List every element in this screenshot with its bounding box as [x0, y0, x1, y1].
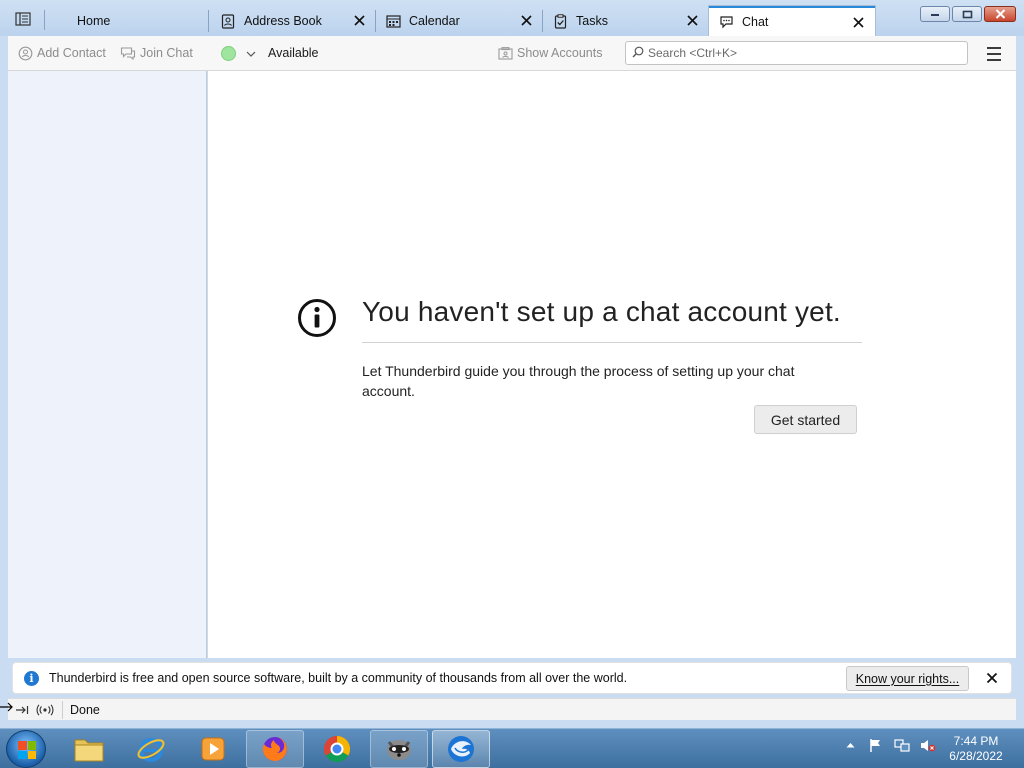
tab-divider: [44, 10, 45, 30]
search-box[interactable]: [625, 41, 968, 65]
join-chat-button[interactable]: Join Chat: [120, 45, 193, 61]
raccoon-icon: [387, 740, 411, 760]
accounts-icon: [497, 45, 513, 61]
add-contact-button[interactable]: Add Contact: [17, 45, 106, 61]
notification-text: Thunderbird is free and open source soft…: [49, 671, 628, 685]
taskbar-explorer[interactable]: [60, 730, 118, 768]
taskbar-media-player[interactable]: [184, 730, 242, 768]
taskbar: 7:44 PM 6/28/2022: [0, 728, 1024, 768]
tab-label: Chat: [742, 15, 769, 29]
description-text: Let Thunderbird guide you through the pr…: [362, 363, 795, 399]
hamburger-icon-line: [987, 53, 1001, 55]
info-icon: i: [24, 671, 39, 686]
tab-label: Calendar: [409, 14, 460, 28]
thunderbird-window: Home Address Book Calendar Tasks Chat Ad…: [0, 0, 1024, 728]
thunderbird-icon: [448, 736, 474, 762]
flag-icon[interactable]: [868, 737, 884, 753]
tasks-icon: [552, 13, 568, 29]
search-input[interactable]: [648, 46, 948, 60]
folder-icon: [74, 739, 104, 762]
taskbar-chrome[interactable]: [308, 730, 366, 768]
tab-label: Home: [77, 14, 111, 28]
close-icon[interactable]: [352, 13, 366, 27]
join-chat-icon: [120, 45, 136, 61]
hamburger-icon: [987, 47, 1001, 49]
notification-bar: i Thunderbird is free and open source so…: [12, 662, 1012, 694]
add-contact-icon: [17, 45, 33, 61]
close-icon[interactable]: [519, 13, 533, 27]
know-your-rights-button[interactable]: Know your rights...: [846, 666, 969, 691]
chevron-up-icon[interactable]: [842, 737, 858, 753]
status-text: Done: [70, 703, 100, 717]
system-tray: [842, 737, 936, 753]
volume-muted-icon[interactable]: [920, 737, 936, 753]
windows-logo-icon: [18, 741, 36, 759]
close-icon[interactable]: [851, 15, 865, 29]
collapse-pane-icon[interactable]: [14, 702, 30, 718]
join-chat-label: Join Chat: [140, 46, 193, 60]
mouse-cursor-icon: [0, 700, 14, 714]
status-label[interactable]: Available: [268, 46, 319, 60]
taskbar-firefox[interactable]: [246, 730, 304, 768]
tab-tasks[interactable]: Tasks: [543, 6, 709, 36]
info-icon: [297, 298, 337, 338]
system-clock[interactable]: 7:44 PM 6/28/2022: [944, 734, 1008, 764]
maximize-button[interactable]: [952, 6, 982, 22]
firefox-icon: [262, 737, 287, 761]
window-close-button[interactable]: [984, 6, 1016, 22]
network-icon[interactable]: [894, 737, 910, 753]
internet-explorer-icon: [137, 738, 165, 762]
tab-address-book[interactable]: Address Book: [209, 6, 376, 36]
start-button[interactable]: [6, 730, 46, 768]
tab-home[interactable]: Home: [46, 6, 209, 36]
contacts-sidebar: [8, 71, 207, 658]
calendar-icon: [385, 13, 401, 29]
chevron-down-icon[interactable]: [244, 47, 258, 61]
close-icon[interactable]: [985, 671, 999, 685]
tab-label: Address Book: [244, 14, 322, 28]
chrome-icon: [323, 735, 351, 763]
tab-label: Tasks: [576, 14, 608, 28]
show-accounts-button[interactable]: Show Accounts: [497, 45, 602, 61]
search-icon: [632, 46, 644, 61]
taskbar-internet-explorer[interactable]: [122, 730, 180, 768]
status-indicator[interactable]: [221, 46, 236, 61]
page-title: You haven't set up a chat account yet.: [362, 296, 841, 327]
tab-calendar[interactable]: Calendar: [376, 6, 543, 36]
divider: [362, 342, 862, 343]
app-menu-button[interactable]: [984, 45, 1004, 63]
hamburger-icon-line: [987, 59, 1001, 61]
window-controls: [920, 6, 1016, 22]
chat-icon: [718, 14, 734, 30]
show-accounts-label: Show Accounts: [517, 46, 603, 60]
close-icon[interactable]: [685, 13, 699, 27]
taskbar-thunderbird[interactable]: [432, 730, 490, 768]
minimize-icon: [931, 14, 939, 16]
get-started-button[interactable]: Get started: [754, 405, 857, 434]
minimize-button[interactable]: [920, 6, 950, 22]
address-book-icon: [220, 13, 236, 29]
media-player-icon: [201, 737, 225, 761]
sidebar-icon: [15, 12, 31, 26]
close-icon: [995, 9, 1005, 19]
tab-bar: Home Address Book Calendar Tasks Chat: [0, 0, 1024, 36]
chat-toolbar: Add Contact Join Chat Available Show Acc…: [8, 36, 1016, 71]
tab-chat[interactable]: Chat: [709, 6, 875, 36]
taskbar-app-raccoon[interactable]: [370, 730, 428, 768]
status-divider: [62, 701, 63, 719]
status-bar: Done: [8, 698, 1016, 720]
add-contact-label: Add Contact: [37, 46, 106, 60]
clock-date: 6/28/2022: [949, 749, 1003, 763]
restore-icon: [962, 10, 972, 18]
folder-pane-toggle-button[interactable]: [8, 6, 38, 32]
clock-time: 7:44 PM: [953, 734, 999, 748]
online-status-icon[interactable]: [36, 702, 54, 718]
